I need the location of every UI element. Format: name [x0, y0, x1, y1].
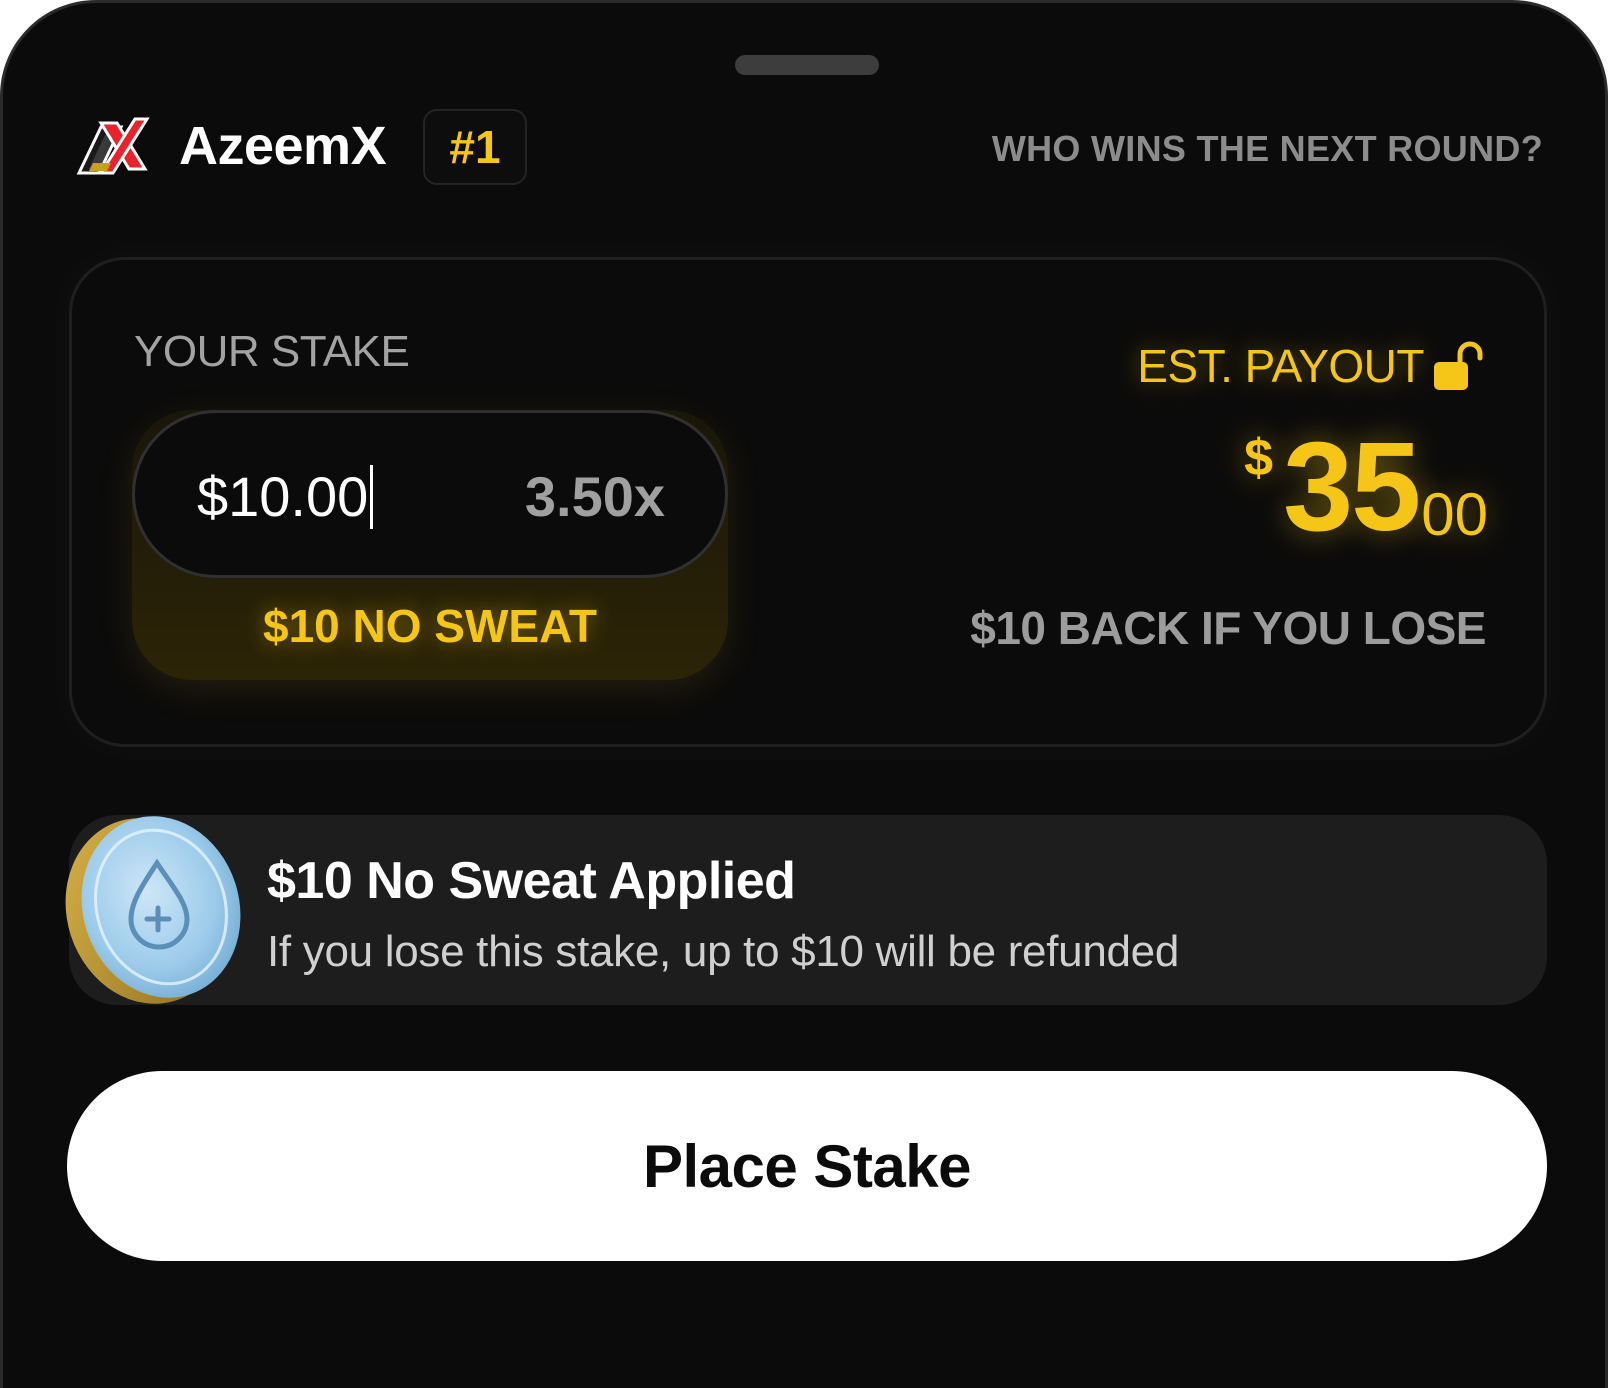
stake-card: YOUR STAKE $10.00 3.50x $10 NO SWEAT EST…: [69, 257, 1547, 747]
payout-amount-minor: 00: [1421, 481, 1488, 548]
drag-handle[interactable]: [735, 55, 879, 75]
stake-input-group: $10.00 3.50x $10 NO SWEAT: [132, 410, 728, 680]
stake-sheet: AzeemX #1 WHO WINS THE NEXT ROUND? YOUR …: [0, 0, 1608, 1388]
promo-description: If you lose this stake, up to $10 will b…: [267, 927, 1180, 976]
stake-amount-input[interactable]: $10.00 3.50x: [132, 410, 728, 578]
unlock-icon: [1434, 341, 1483, 390]
no-sweat-coin-icon: [65, 816, 241, 1004]
payout-currency: $: [1244, 429, 1274, 487]
payout-refund-note: $10 BACK IF YOU LOSE: [970, 602, 1486, 654]
round-question: WHO WINS THE NEXT ROUND?: [991, 128, 1543, 169]
rank-badge: #1: [423, 109, 527, 185]
est-payout-amount: $3500: [1244, 424, 1488, 554]
text-caret: [370, 465, 374, 529]
team-name: AzeemX: [179, 116, 387, 176]
stake-label: YOUR STAKE: [134, 327, 410, 376]
promo-title: $10 No Sweat Applied: [267, 852, 796, 910]
odds-multiplier: 3.50x: [524, 465, 665, 528]
no-sweat-tag: $10 NO SWEAT: [263, 600, 597, 652]
azeemx-logo-icon: [76, 117, 150, 175]
place-stake-button[interactable]: Place Stake: [67, 1071, 1547, 1261]
est-payout-label: EST. PAYOUT: [1137, 340, 1424, 392]
stake-amount-value[interactable]: $10.00: [197, 465, 374, 529]
stake-amount-text: $10.00: [197, 465, 369, 528]
payout-amount-major: 35: [1283, 416, 1421, 557]
